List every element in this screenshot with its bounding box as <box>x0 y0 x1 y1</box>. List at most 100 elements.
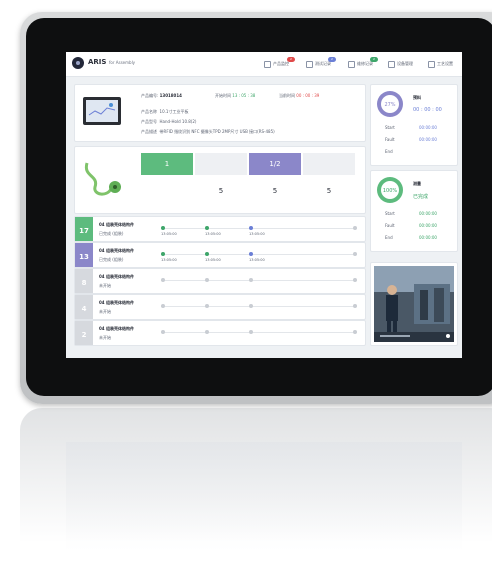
settings-icon <box>428 60 435 68</box>
product-desc-label: 产品描述 <box>141 129 157 134</box>
monitor-icon <box>264 60 271 68</box>
timeline-track <box>161 280 357 281</box>
timeline-dot <box>249 304 253 308</box>
product-model-value: Hand-Hold 10.8(2) <box>159 119 197 124</box>
material-time: 00 : 00 : 00 <box>413 107 442 113</box>
nav-item-device-management[interactable]: 设备管理 <box>388 52 413 76</box>
timeline-end-dot <box>353 304 357 308</box>
timeline-dot <box>249 252 253 256</box>
device-icon <box>388 60 395 68</box>
row-value: 00:00:00 <box>419 125 437 130</box>
product-name-value: 10.1寸工业平板 <box>159 109 189 114</box>
stat-cell-empty <box>195 153 247 175</box>
timeline-time: 13:05:00 <box>249 258 265 262</box>
product-info-panel: 产品编号: 13018014 开始时间 13 : 05 : 38 当前时间 00… <box>74 84 366 142</box>
product-name-label: 产品名称 <box>141 109 157 114</box>
timeline-track <box>161 254 357 255</box>
screen-reflection <box>66 442 462 552</box>
nav-item-repair-records[interactable]: 维修记录 <box>348 52 373 76</box>
timeline-end-dot <box>353 252 357 256</box>
timeline-track <box>161 306 357 307</box>
row-value: 00:00:00 <box>419 223 437 228</box>
timeline-dot <box>161 226 165 230</box>
wrench-icon <box>348 60 355 68</box>
row-label: Start <box>385 125 395 130</box>
timeline-dot <box>161 252 165 256</box>
timeline-time: 13:05:00 <box>205 258 221 262</box>
nav-item-test-records[interactable]: 测试记录 <box>306 52 331 76</box>
nav-label: 维修记录 <box>357 61 373 66</box>
step-title: 04 组装壳体结构件 <box>99 300 134 305</box>
process-row[interactable]: 13 04 组装壳体结构件 已完成 (组装) 13:05:00 13:05:00 13:0… <box>74 242 366 268</box>
stat-value: 5 <box>218 187 224 195</box>
start-time-label: 开始时间 <box>215 93 231 98</box>
process-row[interactable]: 8 04 组装壳体结构件 未开始 <box>74 268 366 294</box>
timeline-end-dot <box>353 226 357 230</box>
process-row[interactable]: 2 04 组装壳体结构件 未开始 <box>74 320 366 346</box>
app-screen: ARIS for Assembly 产品监控 2 测试记录 2 维修记录 2 设… <box>66 52 462 358</box>
measure-title: 测量 <box>413 181 421 186</box>
row-label: End <box>385 149 393 154</box>
step-status: 未开始 <box>99 283 111 288</box>
stat-value: 5 <box>326 187 332 195</box>
nav-badge: 2 <box>370 57 378 62</box>
step-status: 未开始 <box>99 335 111 340</box>
step-number-tile: 13 <box>75 243 93 267</box>
step-title: 04 组装壳体结构件 <box>99 326 134 331</box>
product-desc-value: 带RFID 指纹识别 NFC 摄像头TPD 2MP尺寸 USB 接口(RS-48… <box>159 129 275 134</box>
row-label: Start <box>385 211 395 216</box>
step-title: 04 组装壳体结构件 <box>99 248 134 253</box>
current-time-value: 00 : 00 : 39 <box>296 93 320 98</box>
material-panel: 27% 预料 00 : 00 : 00 Start 00:00:00 Fault… <box>370 84 458 166</box>
row-label: Fault <box>385 223 395 228</box>
timeline-time: 13:05:00 <box>205 232 221 236</box>
timeline-dot <box>205 304 209 308</box>
process-row[interactable]: 4 04 组装壳体结构件 未开始 <box>74 294 366 320</box>
step-status: 未开始 <box>99 309 111 314</box>
stat-cell-progress-value: 1/2 <box>269 160 281 168</box>
timeline-time: 13:05:00 <box>161 232 177 236</box>
current-time-label: 当前时间 <box>279 93 295 98</box>
measure-status: 已完成 <box>413 194 429 200</box>
timeline-track <box>161 332 357 333</box>
step-number-tile: 17 <box>75 217 93 241</box>
nav-label: 产品监控 <box>273 61 289 66</box>
process-row[interactable]: 17 04 组装壳体结构件 已完成 (组装) 13:05:00 13:05:00 13:0… <box>74 216 366 242</box>
product-code-label: 产品编号: <box>141 93 159 98</box>
tablet-product-image <box>83 97 121 125</box>
material-title: 预料 <box>413 95 421 100</box>
stat-cell-empty <box>303 153 355 175</box>
logo-icon <box>72 57 84 69</box>
nav-item-product-monitor[interactable]: 产品监控 <box>264 52 289 76</box>
timeline-dot <box>161 278 165 282</box>
timeline-dot <box>205 278 209 282</box>
row-label: End <box>385 235 393 240</box>
timeline-dot <box>161 330 165 334</box>
step-number-tile: 2 <box>75 321 93 345</box>
product-model-label: 产品型号 <box>141 119 157 124</box>
row-label: Fault <box>385 137 395 142</box>
row-value: 00:00:00 <box>419 211 437 216</box>
measure-panel: 100% 测量 已完成 Start 00:00:00 Fault 00:00:0… <box>370 170 458 252</box>
timeline-dot <box>205 226 209 230</box>
step-title: 04 组装壳体结构件 <box>99 222 134 227</box>
step-number-tile: 4 <box>75 295 93 319</box>
camera-feed-panel[interactable] <box>370 262 458 346</box>
timeline-dot <box>205 330 209 334</box>
nav-item-process-settings[interactable]: 工艺设置 <box>428 52 453 76</box>
brand-subtitle: for Assembly <box>109 60 136 65</box>
timeline-time: 13:05:00 <box>161 258 177 262</box>
step-status: 已完成 (组装) <box>99 231 124 236</box>
station-stats-panel: 1 1/2 5 5 5 <box>74 146 366 214</box>
nav-badge: 2 <box>328 57 336 62</box>
step-title: 04 组装壳体结构件 <box>99 274 134 279</box>
timeline-dot <box>161 304 165 308</box>
step-status: 已完成 (组装) <box>99 257 124 262</box>
nav-label: 工艺设置 <box>437 61 453 66</box>
list-icon <box>306 60 313 68</box>
material-percent: 27% <box>384 102 396 108</box>
timeline-dot <box>249 330 253 334</box>
row-value: 00:00:00 <box>419 137 437 142</box>
nav-label: 设备管理 <box>397 61 413 66</box>
row-value: 00:00:00 <box>419 235 437 240</box>
